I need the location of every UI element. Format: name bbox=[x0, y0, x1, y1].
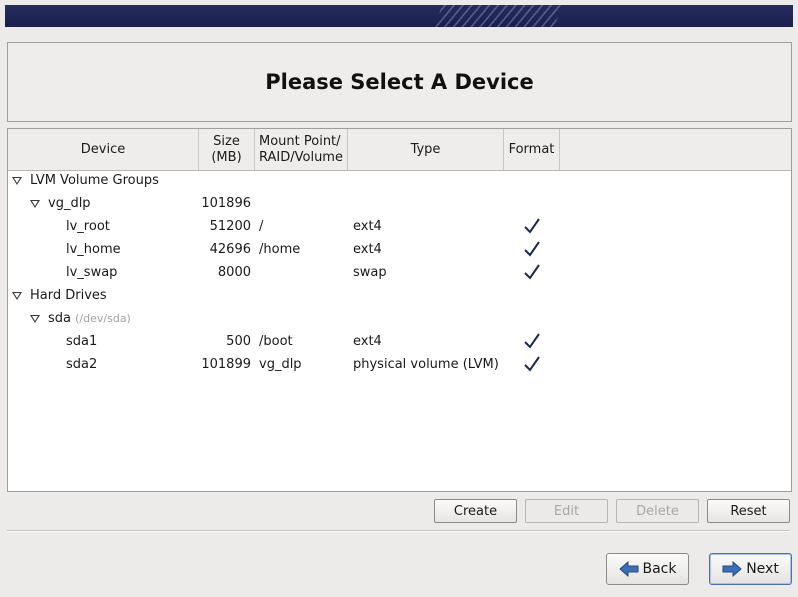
expander-icon[interactable] bbox=[12, 292, 22, 300]
column-header-mount[interactable]: Mount Point/RAID/Volume bbox=[255, 129, 348, 170]
tree-row-hard-drives[interactable]: Hard Drives bbox=[8, 285, 791, 308]
delete-button[interactable]: Delete bbox=[616, 499, 699, 523]
tree-row-lv[interactable]: lv_home 42696 /home ext4 bbox=[8, 239, 791, 262]
row-type: physical volume (LVM) bbox=[353, 357, 499, 372]
column-header-type[interactable]: Type bbox=[348, 129, 504, 170]
row-size: 42696 bbox=[209, 242, 251, 257]
format-check-icon bbox=[524, 356, 540, 372]
row-label: vg_dlp bbox=[48, 196, 91, 211]
tree-row-lv[interactable]: lv_root 51200 / ext4 bbox=[8, 216, 791, 239]
title-panel: Please Select A Device bbox=[7, 42, 792, 122]
row-label: lv_home bbox=[66, 242, 121, 257]
row-type: ext4 bbox=[353, 242, 382, 257]
tree-row-partition[interactable]: sda2 101899 vg_dlp physical volume (LVM) bbox=[8, 354, 791, 377]
back-button[interactable]: Back bbox=[606, 553, 689, 585]
row-mount: /boot bbox=[259, 334, 293, 349]
arrow-right-icon bbox=[722, 561, 742, 577]
format-check-icon bbox=[524, 241, 540, 257]
divider bbox=[7, 530, 790, 532]
column-header-device[interactable]: Device bbox=[8, 129, 199, 170]
next-button[interactable]: Next bbox=[709, 553, 792, 585]
device-tree[interactable]: Device Size (MB) Mount Point/RAID/Volume … bbox=[7, 128, 792, 492]
tree-row-disk[interactable]: sda (/dev/sda) bbox=[8, 308, 791, 331]
row-size: 51200 bbox=[209, 219, 251, 234]
tree-row-partition[interactable]: sda1 500 /boot ext4 bbox=[8, 331, 791, 354]
row-label: sda (/dev/sda) bbox=[48, 311, 131, 326]
banner-decoration bbox=[424, 5, 566, 27]
reset-button[interactable]: Reset bbox=[707, 499, 790, 523]
arrow-left-icon bbox=[618, 561, 638, 577]
top-banner bbox=[5, 5, 793, 27]
tree-header: Device Size (MB) Mount Point/RAID/Volume … bbox=[8, 129, 791, 171]
row-label: sda2 bbox=[66, 357, 98, 372]
tree-row-lv[interactable]: lv_swap 8000 swap bbox=[8, 262, 791, 285]
format-check-icon bbox=[524, 218, 540, 234]
create-button[interactable]: Create bbox=[434, 499, 517, 523]
row-size: 500 bbox=[226, 334, 251, 349]
row-type: ext4 bbox=[353, 219, 382, 234]
row-mount: /home bbox=[259, 242, 301, 257]
format-check-icon bbox=[524, 333, 540, 349]
row-size: 8000 bbox=[217, 265, 251, 280]
row-label: lv_root bbox=[66, 219, 110, 234]
tree-row-vg[interactable]: vg_dlp 101896 bbox=[8, 193, 791, 216]
expander-icon[interactable] bbox=[12, 177, 22, 185]
next-label: Next bbox=[746, 561, 779, 577]
row-mount: / bbox=[259, 219, 264, 234]
column-header-format[interactable]: Format bbox=[504, 129, 560, 170]
row-type: swap bbox=[353, 265, 387, 280]
edit-button[interactable]: Edit bbox=[525, 499, 608, 523]
expander-icon[interactable] bbox=[30, 315, 40, 323]
tree-row-lvm-groups[interactable]: LVM Volume Groups bbox=[8, 170, 791, 193]
back-label: Back bbox=[642, 561, 677, 577]
row-label: sda1 bbox=[66, 334, 98, 349]
row-label: LVM Volume Groups bbox=[30, 173, 159, 188]
row-mount: vg_dlp bbox=[259, 357, 302, 372]
page-title: Please Select A Device bbox=[265, 70, 534, 94]
row-size: 101896 bbox=[201, 196, 251, 211]
row-type: ext4 bbox=[353, 334, 382, 349]
format-check-icon bbox=[524, 264, 540, 280]
column-header-size[interactable]: Size (MB) bbox=[199, 129, 255, 170]
disk-path: (/dev/sda) bbox=[75, 312, 131, 325]
expander-icon[interactable] bbox=[30, 200, 40, 208]
disk-name: sda bbox=[48, 311, 71, 326]
row-label: lv_swap bbox=[66, 265, 118, 280]
row-label: Hard Drives bbox=[30, 288, 107, 303]
row-size: 101899 bbox=[201, 357, 251, 372]
